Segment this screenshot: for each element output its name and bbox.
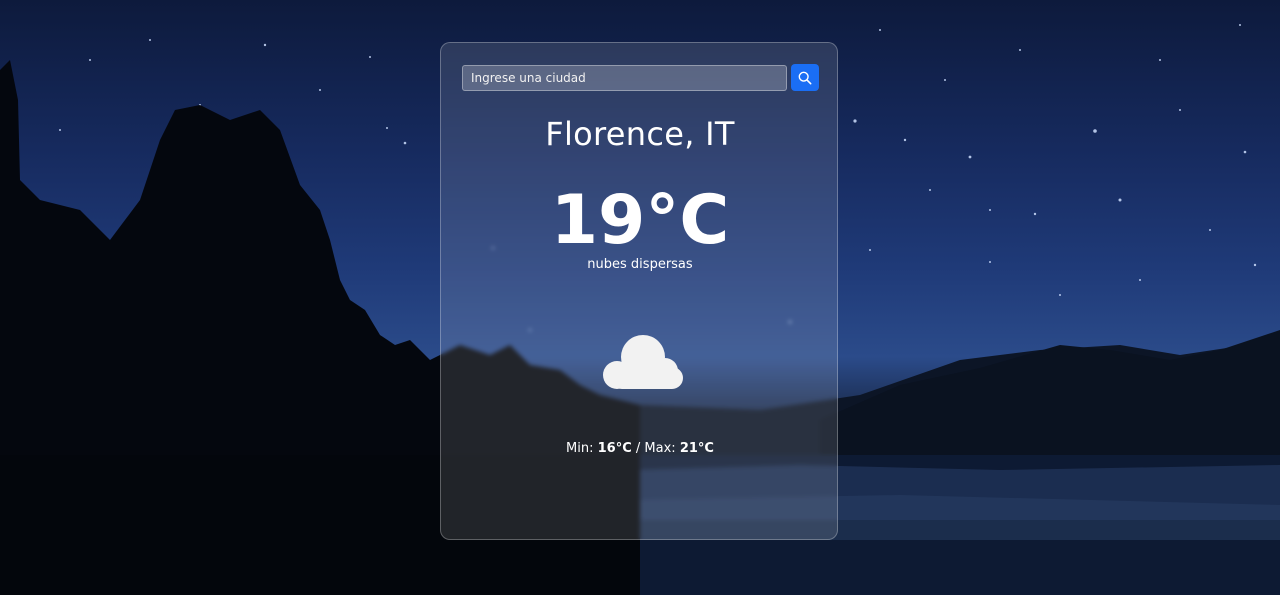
search-bar xyxy=(462,64,819,92)
max-value: 21°C xyxy=(679,441,714,456)
city-name: Florence, IT xyxy=(545,115,735,153)
city-search-input[interactable] xyxy=(462,65,787,91)
max-label: Max: xyxy=(644,441,676,456)
min-value: 16°C xyxy=(597,441,632,456)
cloud-icon xyxy=(595,331,687,395)
current-temperature: 19°C xyxy=(550,181,730,260)
weather-description: nubes dispersas xyxy=(587,257,693,272)
minmax-separator: / xyxy=(635,441,641,456)
app-background: Florence, IT 19°C nubes dispersas Min: 1… xyxy=(0,0,1280,595)
search-button[interactable] xyxy=(791,64,819,91)
weather-card: Florence, IT 19°C nubes dispersas Min: 1… xyxy=(440,42,838,540)
search-icon xyxy=(798,71,812,84)
min-label: Min: xyxy=(566,441,594,456)
min-max-temperature: Min: 16°C / Max: 21°C xyxy=(441,441,839,456)
